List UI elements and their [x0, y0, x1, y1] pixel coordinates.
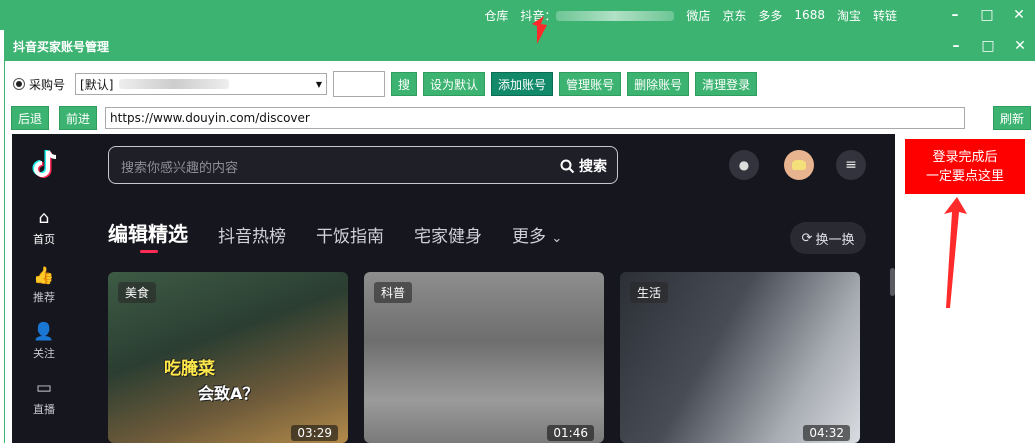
douyin-search-bar[interactable]: 搜索你感兴趣的内容 搜索: [108, 146, 618, 184]
message-icon[interactable]: ●: [729, 150, 759, 180]
hamburger-menu-icon[interactable]: ≡: [836, 150, 866, 180]
login-done-notice[interactable]: 登录完成后 一定要点这里: [905, 139, 1025, 194]
chevron-down-icon: ⌄: [551, 231, 563, 246]
warehouse-link[interactable]: 仓库: [484, 7, 508, 24]
outer-window-controls: – □ ✕: [939, 0, 1035, 30]
refresh-button[interactable]: 刷新: [992, 106, 1031, 130]
manage-account-button[interactable]: 管理账号: [559, 72, 622, 96]
search-icon: [560, 159, 575, 173]
sidebar-item-label: 推荐: [33, 291, 55, 304]
tab-editor-picks[interactable]: 编辑精选: [108, 218, 188, 253]
live-tv-icon: ▭: [35, 378, 53, 398]
shuffle-button[interactable]: ⟳ 换一换: [790, 222, 866, 254]
redacted-account-name: [119, 79, 230, 89]
weidian-link[interactable]: 微店: [686, 7, 710, 24]
delete-account-button[interactable]: 删除账号: [627, 72, 690, 96]
tab-food-guide[interactable]: 干饭指南: [316, 222, 384, 247]
forward-button[interactable]: 前进: [59, 106, 98, 130]
pdd-link[interactable]: 多多: [758, 7, 782, 24]
douyin-link-label: 抖音：: [520, 8, 557, 23]
minimize-button[interactable]: –: [939, 0, 971, 30]
tab-more-label: 更多: [512, 227, 546, 247]
account-select[interactable]: [默认] ▼: [75, 73, 328, 95]
back-button[interactable]: 后退: [11, 106, 50, 130]
convert-link[interactable]: 转链: [873, 7, 897, 24]
account-select-value: [默认]: [80, 77, 114, 92]
category-tag: 美食: [118, 282, 157, 303]
category-tag: 科普: [374, 282, 413, 303]
taobao-link[interactable]: 淘宝: [837, 7, 861, 24]
tab-hot-list[interactable]: 抖音热榜: [218, 222, 286, 247]
window-maximize-button[interactable]: □: [972, 30, 1004, 61]
douyin-sidebar: ⌂ 首页 👍 推荐 👤 关注 ▭ 直播: [12, 134, 80, 443]
category-tabs: 编辑精选 抖音热榜 干饭指南 宅家健身 更多 ⌄: [108, 218, 562, 253]
sidebar-item-label: 首页: [33, 233, 55, 246]
dropdown-arrow-icon: ▼: [315, 80, 323, 89]
outer-title-bar: 仓库 抖音： 微店 京东 多多 1688 淘宝 转链 – □ ✕: [0, 0, 1035, 30]
video-duration: 03:29: [291, 425, 338, 441]
purchase-account-radio[interactable]: [13, 78, 25, 90]
avatar[interactable]: [784, 150, 814, 180]
close-button[interactable]: ✕: [1003, 0, 1035, 30]
outer-links: 仓库 抖音： 微店 京东 多多 1688 淘宝 转链: [484, 0, 897, 30]
search-account-button[interactable]: 搜: [391, 72, 418, 96]
browser-view: ⌂ 首页 👍 推荐 👤 关注 ▭ 直播 搜索你感兴趣的内容 搜索 ● ≡ 编辑精…: [12, 134, 895, 443]
video-caption: 会致A？: [198, 384, 259, 403]
notice-line-2: 一定要点这里: [925, 168, 1004, 184]
video-duration: 04:32: [803, 425, 850, 441]
window-title: 抖音买家账号管理: [13, 40, 110, 54]
search-button-label: 搜索: [579, 159, 607, 175]
window-controls: – □ ✕: [940, 30, 1035, 61]
redacted-account: [556, 11, 675, 21]
window-close-button[interactable]: ✕: [1004, 30, 1035, 61]
home-icon: ⌂: [38, 208, 50, 228]
account-search-input[interactable]: [333, 71, 386, 97]
page-scrollbar[interactable]: [890, 268, 895, 296]
video-card[interactable]: 生活 04:32: [620, 272, 860, 443]
category-tag: 生活: [630, 282, 669, 303]
sidebar-item-label: 关注: [33, 347, 55, 360]
tab-home-fitness[interactable]: 宅家健身: [414, 222, 482, 247]
maximize-button[interactable]: □: [971, 0, 1003, 30]
sidebar-item-follow[interactable]: 👤 关注: [12, 322, 76, 361]
account-toolbar: 采购号 [默认] ▼ 搜 设为默认 添加账号 管理账号 删除账号 清理登录: [13, 71, 758, 97]
thumbs-up-icon: 👍: [33, 266, 55, 286]
video-card[interactable]: 美食 吃腌菜 会致A？ 03:29: [108, 272, 348, 443]
tab-more[interactable]: 更多 ⌄: [512, 222, 562, 247]
notice-line-1: 登录完成后: [932, 149, 998, 165]
window-minimize-button[interactable]: –: [940, 30, 972, 61]
sidebar-item-label: 直播: [33, 403, 55, 416]
sidebar-item-live[interactable]: ▭ 直播: [12, 378, 76, 417]
1688-link[interactable]: 1688: [794, 8, 825, 22]
add-account-button[interactable]: 添加账号: [491, 72, 554, 96]
window-title-bar: 抖音买家账号管理 – □ ✕: [5, 30, 1035, 61]
douyin-link[interactable]: 抖音：: [520, 7, 675, 24]
sidebar-item-home[interactable]: ⌂ 首页: [12, 208, 76, 247]
video-card[interactable]: 科普 01:46: [364, 272, 604, 443]
shuffle-button-label: 换一换: [815, 232, 855, 248]
sidebar-item-recommend[interactable]: 👍 推荐: [12, 266, 76, 305]
jd-link[interactable]: 京东: [722, 7, 746, 24]
url-input[interactable]: https://www.douyin.com/discover: [105, 107, 966, 129]
navigation-bar: 后退 前进 https://www.douyin.com/discover 刷新: [11, 106, 1031, 130]
set-default-button[interactable]: 设为默认: [423, 72, 486, 96]
refresh-icon: ⟳: [801, 230, 813, 246]
search-button[interactable]: 搜索: [560, 156, 607, 176]
follow-user-icon: 👤: [33, 322, 55, 342]
clear-login-button[interactable]: 清理登录: [695, 72, 758, 96]
search-placeholder: 搜索你感兴趣的内容: [121, 161, 239, 176]
douyin-logo-icon[interactable]: [28, 148, 62, 182]
video-duration: 01:46: [547, 425, 594, 441]
purchase-account-label: 采购号: [29, 77, 66, 92]
video-caption: 吃腌菜: [164, 359, 215, 379]
